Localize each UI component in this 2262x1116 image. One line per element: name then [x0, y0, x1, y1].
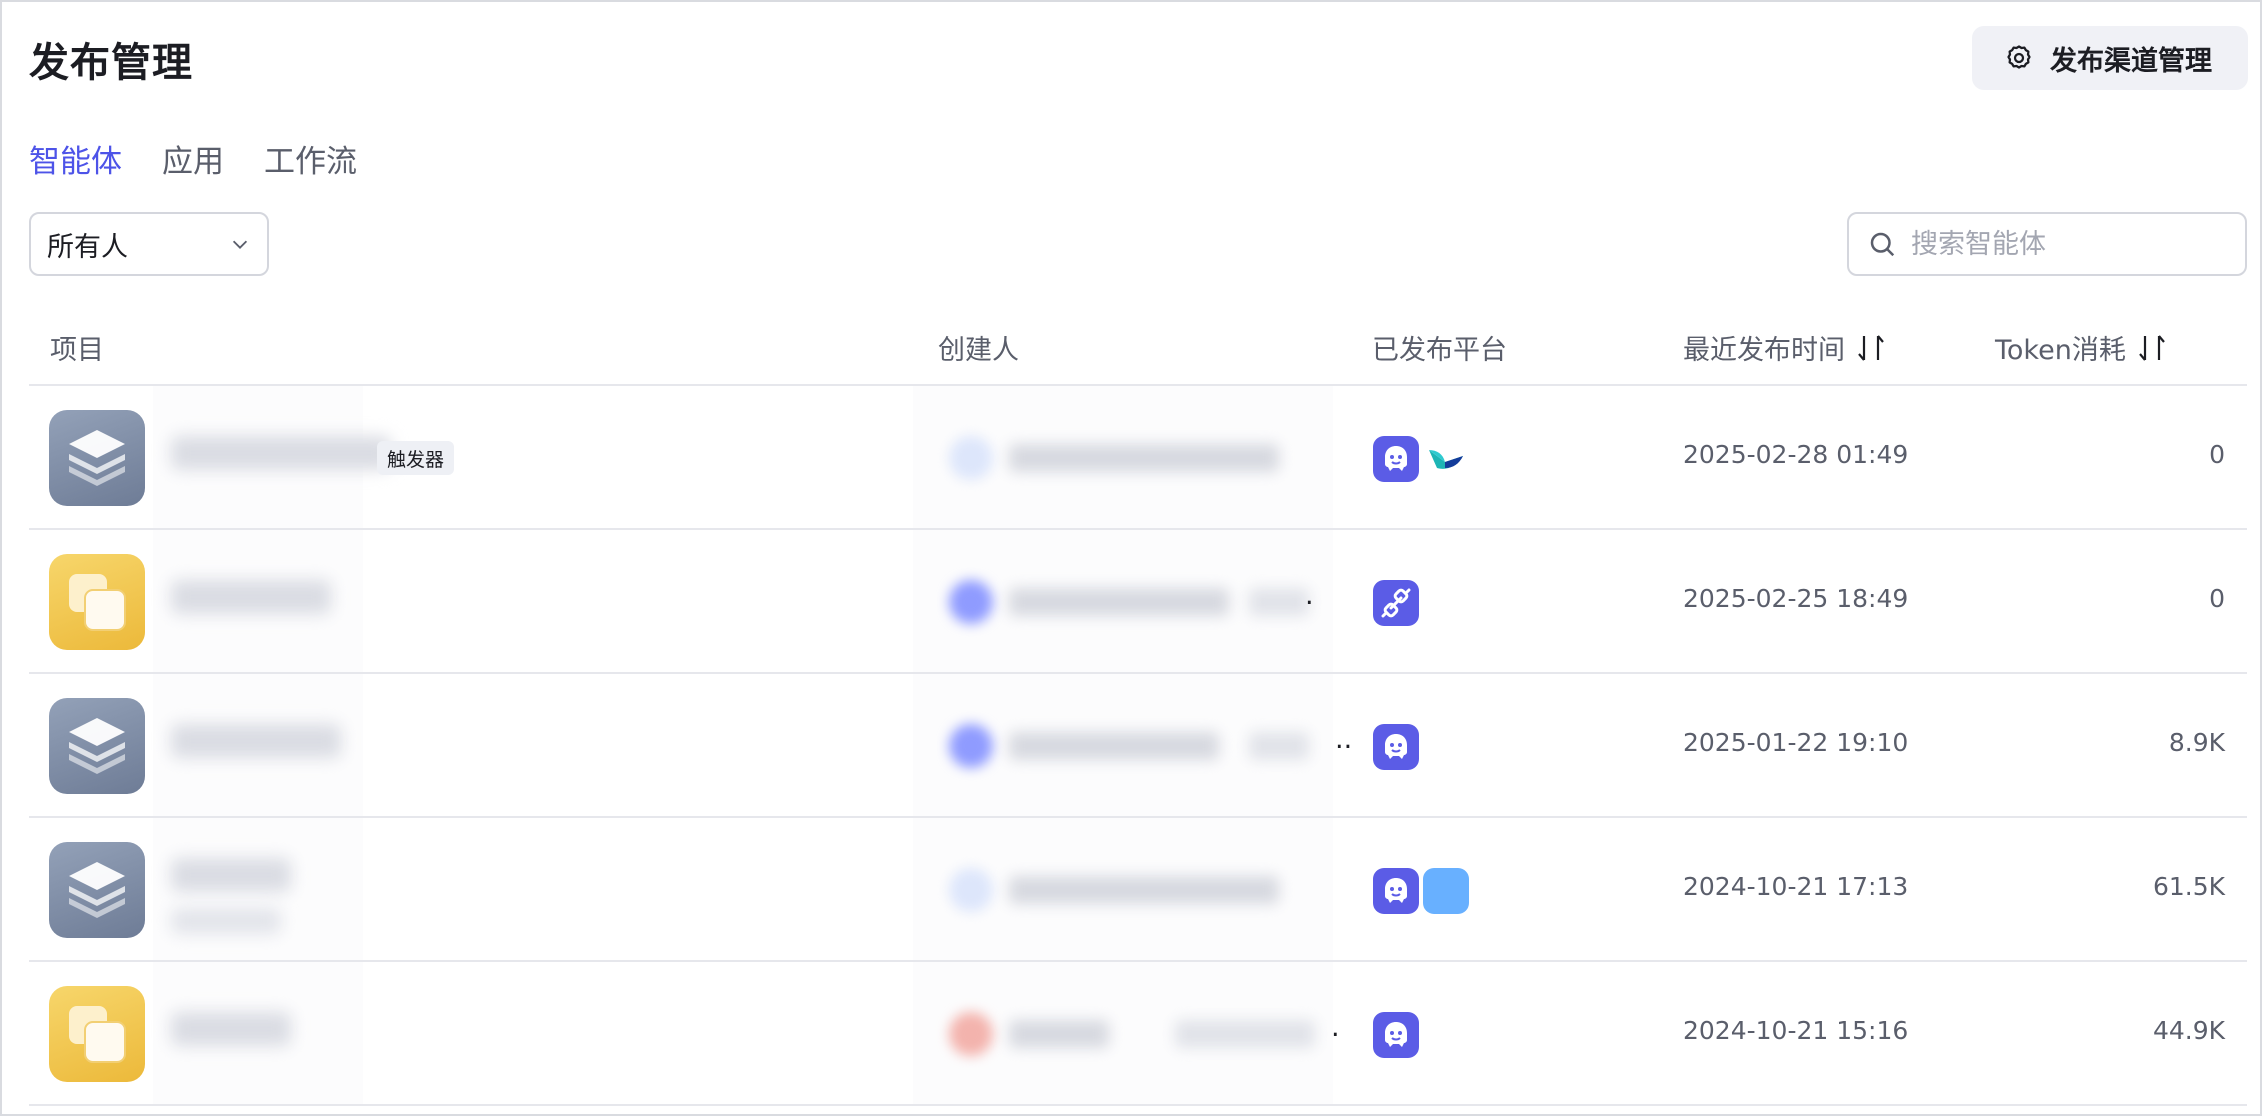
- squares-icon: [69, 574, 126, 631]
- column-label-creator: 创建人: [938, 335, 1019, 366]
- creator-cell: [913, 818, 1333, 960]
- creator-ellipsis: ..: [1335, 724, 1353, 755]
- last-published-time: 2024-10-21 15:16: [1683, 1016, 1909, 1045]
- creator-avatar: [949, 580, 993, 624]
- platform-list: [1373, 580, 1419, 626]
- gear-icon: [2007, 45, 2031, 69]
- agent-avatar: [49, 986, 145, 1082]
- layers-icon: [69, 718, 125, 774]
- sort-icon[interactable]: [2136, 333, 2168, 363]
- last-published-time: 2025-01-22 19:10: [1683, 728, 1909, 757]
- platform-list: [1373, 436, 1469, 482]
- agent-avatar: [49, 410, 145, 506]
- chevron-down-icon: [232, 240, 248, 249]
- blue-square-icon: [1423, 868, 1469, 914]
- page-title: 发布管理: [29, 40, 193, 86]
- creator-avatar: [949, 436, 993, 480]
- api-plugin-icon: [1373, 580, 1419, 626]
- table-row[interactable]: .. 2025-01-22 19:10 8.9K: [29, 674, 2247, 818]
- platform-list: [1373, 724, 1419, 770]
- owner-filter-select[interactable]: 所有人: [29, 212, 269, 276]
- tab-workflows[interactable]: 工作流: [264, 136, 357, 181]
- creator-name-redacted: [1009, 732, 1219, 760]
- creator-cell: [913, 962, 1333, 1104]
- column-header-last-published: 最近发布时间: [1683, 328, 1887, 367]
- bot-platform-icon: [1373, 436, 1419, 482]
- creator-handle-redacted: [1175, 1020, 1315, 1048]
- creator-avatar: [949, 868, 993, 912]
- platform-list: [1373, 1012, 1419, 1058]
- bot-platform-icon: [1373, 724, 1419, 770]
- agent-avatar: [49, 842, 145, 938]
- last-published-time: 2025-02-28 01:49: [1683, 440, 1909, 469]
- column-label-project: 项目: [50, 335, 104, 366]
- column-header-tokens: Token消耗: [1995, 328, 2168, 367]
- creator-avatar: [949, 1012, 993, 1056]
- squares-icon: [69, 1006, 126, 1063]
- agent-name-redacted: [171, 858, 291, 892]
- bot-platform-icon: [1373, 1012, 1419, 1058]
- creator-ellipsis: .: [1305, 580, 1314, 611]
- creator-handle-redacted: [1249, 732, 1309, 760]
- token-usage: 44.9K: [2152, 1016, 2225, 1045]
- layers-icon: [69, 430, 125, 486]
- agent-name-redacted: [171, 436, 391, 470]
- agent-name-redacted: [171, 724, 341, 758]
- page-frame: 发布管理 发布渠道管理 智能体 应用 工作流 所有人 项目 创建人 已发布平台 …: [0, 0, 2262, 1116]
- column-label-platforms: 已发布平台: [1372, 335, 1507, 366]
- creator-cell: [913, 530, 1333, 672]
- creator-cell: [913, 386, 1333, 528]
- publish-channel-management-label: 发布渠道管理: [2050, 45, 2212, 77]
- feishu-icon: [1423, 436, 1469, 482]
- agent-desc-redacted: [171, 908, 281, 934]
- tab-apps[interactable]: 应用: [162, 136, 224, 181]
- token-usage: 0: [2209, 584, 2225, 613]
- creator-ellipsis: .: [1331, 1012, 1340, 1043]
- search-box: [1847, 212, 2247, 276]
- layers-icon: [69, 862, 125, 918]
- agent-avatar: [49, 554, 145, 650]
- search-icon: [1870, 232, 1895, 257]
- last-published-time: 2024-10-21 17:13: [1683, 872, 1909, 901]
- creator-name-redacted: [1009, 444, 1279, 472]
- tab-bar: 智能体 应用 工作流: [29, 136, 357, 181]
- creator-name-redacted: [1009, 588, 1229, 616]
- table-row[interactable]: . 2025-02-25 18:49 0: [29, 530, 2247, 674]
- creator-handle-redacted: [1249, 588, 1309, 616]
- agent-name-redacted: [171, 580, 331, 614]
- publish-channel-management-button[interactable]: 发布渠道管理: [1972, 26, 2248, 90]
- column-header-project: 项目: [50, 328, 104, 367]
- table-row[interactable]: . 2024-10-21 15:16 44.9K: [29, 962, 2247, 1106]
- creator-avatar: [949, 724, 993, 768]
- token-usage: 61.5K: [2152, 872, 2225, 901]
- column-label-tokens: Token消耗: [1995, 335, 2126, 366]
- owner-filter-value: 所有人: [47, 231, 128, 263]
- search-input[interactable]: [1911, 228, 2231, 260]
- creator-name-redacted: [1009, 876, 1279, 904]
- creator-name-redacted: [1009, 1020, 1109, 1048]
- table-row[interactable]: 2024-10-21 17:13 61.5K: [29, 818, 2247, 962]
- bot-platform-icon: [1373, 868, 1419, 914]
- agent-avatar: [49, 698, 145, 794]
- trigger-tag: 触发器: [377, 441, 455, 475]
- platform-list: [1373, 868, 1469, 914]
- sort-icon[interactable]: [1855, 333, 1887, 363]
- column-header-creator: 创建人: [938, 328, 1019, 367]
- token-usage: 0: [2209, 440, 2225, 469]
- token-usage: 8.9K: [2168, 728, 2225, 757]
- table-header: 项目 创建人 已发布平台 最近发布时间 Token消耗: [29, 302, 2247, 386]
- table-row[interactable]: 触发器 2025-02-28 01:49 0: [29, 386, 2247, 530]
- column-label-last-published: 最近发布时间: [1683, 335, 1845, 366]
- creator-cell: [913, 674, 1333, 816]
- last-published-time: 2025-02-25 18:49: [1683, 584, 1909, 613]
- tab-agents[interactable]: 智能体: [29, 136, 122, 181]
- column-header-platforms: 已发布平台: [1372, 328, 1507, 367]
- agent-name-redacted: [171, 1012, 291, 1046]
